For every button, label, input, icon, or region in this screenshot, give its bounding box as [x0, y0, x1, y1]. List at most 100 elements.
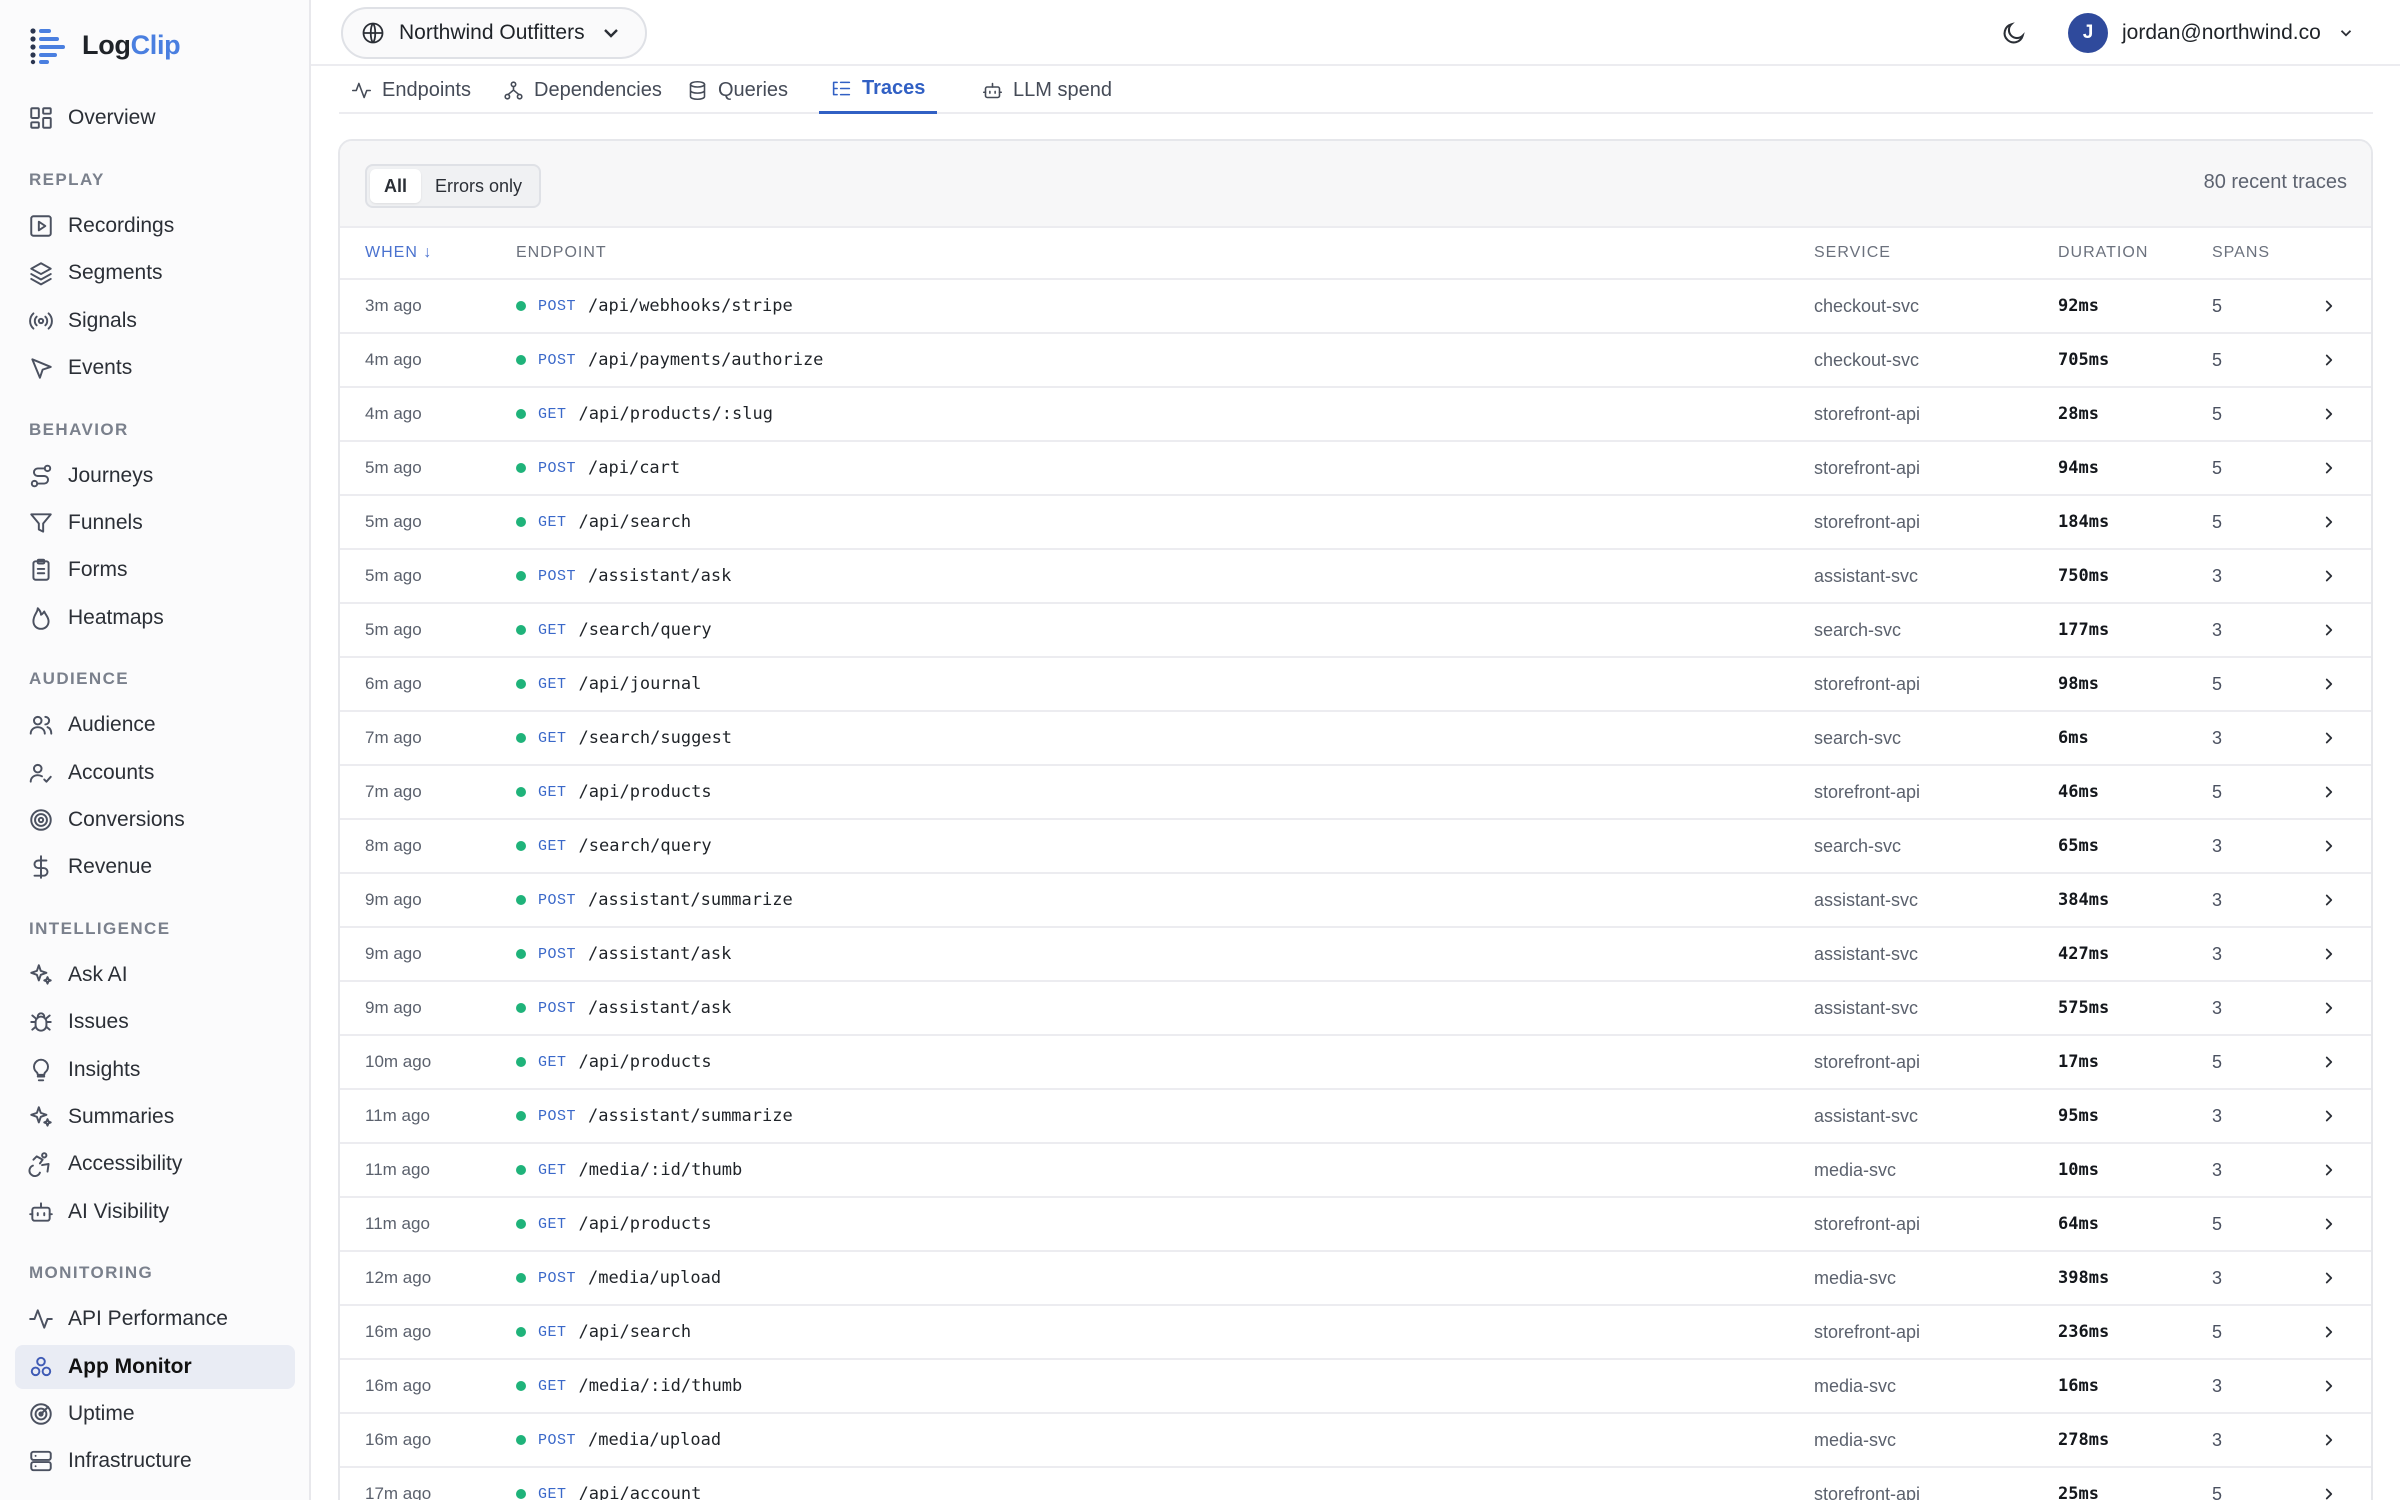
- tab-queries[interactable]: Queries: [675, 66, 800, 114]
- table-row[interactable]: 6m ago GET/api/journal storefront-api 98ms 5: [340, 658, 2371, 712]
- table-row[interactable]: 9m ago POST/assistant/summarize assistant-…: [340, 874, 2371, 928]
- sidebar-item-heatmaps[interactable]: Heatmaps: [15, 596, 295, 640]
- sidebar-item-infrastructure[interactable]: Infrastructure: [15, 1439, 295, 1483]
- status-dot: [516, 301, 526, 311]
- table-row[interactable]: 5m ago GET/search/query search-svc 177ms 3: [340, 604, 2371, 658]
- chevron-right-icon[interactable]: [2320, 442, 2338, 494]
- sidebar-item-issues[interactable]: Issues: [15, 1000, 295, 1044]
- http-method: POST: [538, 459, 577, 477]
- endpoint-path: /api/products/:slug: [578, 404, 773, 424]
- chevron-right-icon[interactable]: [2320, 1414, 2338, 1466]
- section-label-replay: REPLAY: [29, 170, 105, 189]
- table-row[interactable]: 9m ago POST/assistant/ask assistant-svc 575…: [340, 982, 2371, 1036]
- chevron-right-icon[interactable]: [2320, 982, 2338, 1034]
- sidebar-item-journeys[interactable]: Journeys: [15, 454, 295, 498]
- sidebar-item-events[interactable]: Events: [15, 346, 295, 390]
- table-row[interactable]: 7m ago GET/search/suggest search-svc 6ms 3: [340, 712, 2371, 766]
- sidebar-item-insights[interactable]: Insights: [15, 1048, 295, 1092]
- chevron-right-icon[interactable]: [2320, 712, 2338, 764]
- table-row[interactable]: 16m ago GET/api/search storefront-api 236ms…: [340, 1306, 2371, 1360]
- duration-value: 427ms: [2058, 944, 2110, 964]
- table-row[interactable]: 5m ago POST/api/cart storefront-api 94ms 5: [340, 442, 2371, 496]
- filter-all-button[interactable]: All: [370, 169, 422, 203]
- table-row[interactable]: 7m ago GET/api/products storefront-api 46ms…: [340, 766, 2371, 820]
- sidebar-item-ask-ai[interactable]: Ask AI: [15, 953, 295, 997]
- sidebar-item-segments[interactable]: Segments: [15, 251, 295, 295]
- table-row[interactable]: 16m ago GET/media/:id/thumb media-svc 16ms 3: [340, 1360, 2371, 1414]
- workspace-selector[interactable]: Northwind Outfitters: [341, 7, 647, 59]
- http-method: GET: [538, 729, 567, 747]
- app-monitor-icon: [28, 1354, 54, 1380]
- http-method: GET: [538, 621, 567, 639]
- table-row[interactable]: 11m ago GET/api/products storefront-api 64m…: [340, 1198, 2371, 1252]
- column-when[interactable]: WHEN ↓: [365, 244, 432, 262]
- sidebar-item-revenue[interactable]: Revenue: [15, 845, 295, 889]
- chevron-right-icon[interactable]: [2320, 388, 2338, 440]
- table-row[interactable]: 5m ago GET/api/search storefront-api 184ms 5: [340, 496, 2371, 550]
- logo[interactable]: LogClip: [28, 24, 181, 66]
- table-row[interactable]: 4m ago POST/api/payments/authorize checkou…: [340, 334, 2371, 388]
- chevron-right-icon[interactable]: [2320, 1144, 2338, 1196]
- status-dot: [516, 1381, 526, 1391]
- sidebar-item-api-performance[interactable]: API Performance: [15, 1297, 295, 1341]
- tab-label: LLM spend: [1013, 78, 1112, 101]
- http-method: GET: [538, 1161, 567, 1179]
- table-row[interactable]: 17m ago GET/api/account storefront-api 25ms…: [340, 1468, 2371, 1500]
- user-menu[interactable]: J jordan@northwind.co: [2068, 12, 2355, 54]
- table-row[interactable]: 8m ago GET/search/query search-svc 65ms 3: [340, 820, 2371, 874]
- theme-toggle-button[interactable]: [1997, 16, 2031, 50]
- tab-traces[interactable]: Traces: [819, 66, 938, 114]
- status-dot: [516, 409, 526, 419]
- chevron-right-icon[interactable]: [2320, 1360, 2338, 1412]
- sidebar-item-accessibility[interactable]: Accessibility: [15, 1142, 295, 1186]
- table-row[interactable]: 12m ago POST/media/upload media-svc 398ms 3: [340, 1252, 2371, 1306]
- trace-time: 11m ago: [365, 1160, 430, 1179]
- filter-errors-only-button[interactable]: Errors only: [421, 169, 536, 203]
- chevron-right-icon[interactable]: [2320, 496, 2338, 548]
- sidebar-item-overview[interactable]: Overview: [15, 96, 295, 140]
- chevron-right-icon[interactable]: [2320, 874, 2338, 926]
- sidebar-item-recordings[interactable]: Recordings: [15, 204, 295, 248]
- table-row[interactable]: 11m ago POST/assistant/summarize assistant…: [340, 1090, 2371, 1144]
- chevron-right-icon[interactable]: [2320, 1252, 2338, 1304]
- sidebar-item-forms[interactable]: Forms: [15, 548, 295, 592]
- duration-value: 384ms: [2058, 890, 2110, 910]
- chevron-right-icon[interactable]: [2320, 1090, 2338, 1142]
- sidebar-item-summaries[interactable]: Summaries: [15, 1095, 295, 1139]
- sidebar-item-conversions[interactable]: Conversions: [15, 798, 295, 842]
- chevron-right-icon[interactable]: [2320, 928, 2338, 980]
- table-row[interactable]: 11m ago GET/media/:id/thumb media-svc 10ms 3: [340, 1144, 2371, 1198]
- table-row[interactable]: 3m ago POST/api/webhooks/stripe checkout-s…: [340, 280, 2371, 334]
- chevron-right-icon[interactable]: [2320, 550, 2338, 602]
- tab-dependencies[interactable]: Dependencies: [491, 66, 674, 114]
- chevron-right-icon[interactable]: [2320, 766, 2338, 818]
- sidebar-item-uptime[interactable]: Uptime: [15, 1392, 295, 1436]
- http-method: GET: [538, 1215, 567, 1233]
- sidebar-item-label: Events: [68, 356, 133, 380]
- chevron-right-icon[interactable]: [2320, 820, 2338, 872]
- chevron-right-icon[interactable]: [2320, 658, 2338, 710]
- chevron-down-icon: [2340, 30, 2351, 37]
- chevron-right-icon[interactable]: [2320, 1468, 2338, 1500]
- tab-llm-spend[interactable]: LLM spend: [970, 66, 1124, 114]
- table-row[interactable]: 4m ago GET/api/products/:slug storefront-a…: [340, 388, 2371, 442]
- table-row[interactable]: 9m ago POST/assistant/ask assistant-svc 427…: [340, 928, 2371, 982]
- chevron-right-icon[interactable]: [2320, 1198, 2338, 1250]
- chevron-right-icon[interactable]: [2320, 280, 2338, 332]
- chevron-right-icon[interactable]: [2320, 1306, 2338, 1358]
- flame-icon: [28, 605, 54, 631]
- sidebar-item-accounts[interactable]: Accounts: [15, 751, 295, 795]
- sidebar-item-audience[interactable]: Audience: [15, 703, 295, 747]
- sidebar-item-funnels[interactable]: Funnels: [15, 501, 295, 545]
- chevron-right-icon[interactable]: [2320, 1036, 2338, 1088]
- sidebar-item-ai-visibility[interactable]: AI Visibility: [15, 1190, 295, 1234]
- chevron-right-icon[interactable]: [2320, 604, 2338, 656]
- table-row[interactable]: 5m ago POST/assistant/ask assistant-svc 750…: [340, 550, 2371, 604]
- table-row[interactable]: 10m ago GET/api/products storefront-api 17m…: [340, 1036, 2371, 1090]
- tab-endpoints[interactable]: Endpoints: [339, 66, 483, 114]
- table-row[interactable]: 16m ago POST/media/upload media-svc 278ms 3: [340, 1414, 2371, 1468]
- sidebar-item-signals[interactable]: Signals: [15, 299, 295, 343]
- section-label-audience: AUDIENCE: [29, 669, 129, 689]
- sidebar-item-app-monitor[interactable]: App Monitor: [15, 1344, 295, 1389]
- chevron-right-icon[interactable]: [2320, 334, 2338, 386]
